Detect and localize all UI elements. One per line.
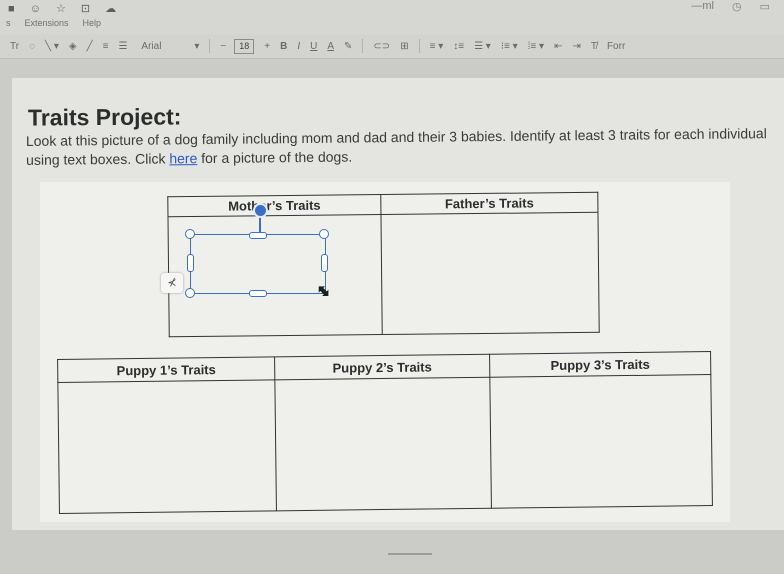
- formatting-toolbar: Tr ◌ ╲ ▾ ◈ ╱ ≡ ☰ Arial ▾ − 18 + B I U A …: [0, 34, 784, 59]
- fill-color-icon[interactable]: ◈: [69, 41, 77, 52]
- title-bar-icons[interactable]: ■ ☺ ☆ ⊡ ☁: [8, 2, 122, 15]
- menu-item-help[interactable]: Help: [83, 18, 102, 28]
- menu-item-partial[interactable]: s: [6, 18, 11, 28]
- font-size-input[interactable]: 18: [234, 38, 255, 54]
- resize-handle-left[interactable]: [187, 254, 194, 272]
- format-options-button[interactable]: Forr: [607, 41, 625, 52]
- resize-handle-top-right[interactable]: [319, 229, 329, 239]
- decrease-font-size-button[interactable]: −: [220, 41, 226, 52]
- instructions-paragraph: Look at this picture of a dog family inc…: [26, 124, 778, 170]
- comments-icon[interactable]: ▭: [760, 0, 770, 13]
- decrease-indent-icon[interactable]: ⇤: [554, 41, 562, 52]
- bulleted-list-icon[interactable]: ⁝≡ ▾: [501, 41, 518, 52]
- resize-handle-top-left[interactable]: [185, 229, 195, 239]
- checklist-icon[interactable]: ☰ ▾: [474, 41, 491, 52]
- puppy-1-traits-cell[interactable]: [57, 379, 277, 514]
- menu-items: s Extensions Help: [6, 18, 101, 28]
- line-spacing-icon[interactable]: ↕≡: [453, 41, 464, 52]
- border-weight-icon[interactable]: ≡: [103, 41, 109, 52]
- shape-icon[interactable]: ◌: [29, 41, 35, 52]
- history-icon[interactable]: ◷: [732, 0, 742, 13]
- instructions-text-start: Look at this picture of a dog family inc…: [25, 125, 767, 168]
- rotate-handle[interactable]: [253, 203, 268, 218]
- line-tool-icon[interactable]: ╲ ▾: [45, 41, 59, 52]
- menu-bar: ■ ☺ ☆ ⊡ ☁ s Extensions Help —ml ◷ ▭: [0, 0, 784, 34]
- add-comment-icon[interactable]: ⊞: [400, 41, 408, 52]
- top-right-controls: —ml ◷ ▭: [691, 0, 770, 13]
- resize-handle-bottom[interactable]: [249, 290, 267, 297]
- text-color-button[interactable]: A: [327, 41, 334, 52]
- font-select[interactable]: Arial ▾: [141, 41, 199, 52]
- account-area[interactable]: —ml: [691, 0, 714, 13]
- resize-handle-bottom-left[interactable]: [185, 288, 195, 298]
- underline-button[interactable]: U: [310, 41, 317, 52]
- increase-indent-icon[interactable]: ⇥: [572, 41, 580, 52]
- border-dash-icon[interactable]: ☰: [118, 41, 127, 52]
- font-name: Arial: [141, 40, 162, 52]
- increase-font-size-button[interactable]: +: [264, 41, 270, 52]
- puppy-3-traits-cell[interactable]: [489, 374, 713, 509]
- puppies-table: Puppy 1’s Traits Puppy 2’s Traits Puppy …: [57, 351, 713, 514]
- toolbar-divider: [362, 39, 364, 53]
- wrap-options-icon[interactable]: ⊀: [161, 273, 183, 293]
- clear-formatting-icon[interactable]: T̸: [591, 41, 597, 52]
- selected-text-box[interactable]: [190, 234, 326, 294]
- numbered-list-icon[interactable]: ⁞≡ ▾: [528, 41, 544, 52]
- page-title: Traits Project:: [27, 103, 182, 131]
- toolbar-divider: [418, 39, 420, 53]
- dog-picture-link[interactable]: here: [169, 150, 197, 166]
- border-color-icon[interactable]: ╱: [87, 41, 93, 52]
- instructions-text-end: for a picture of the dogs.: [197, 148, 353, 167]
- toolbar-divider: [209, 39, 211, 53]
- puppy-2-traits-cell[interactable]: [274, 377, 492, 511]
- table-header-puppy-3: Puppy 3’s Traits: [489, 351, 711, 378]
- link-icon[interactable]: ⊂⊃: [373, 41, 390, 52]
- italic-button[interactable]: I: [297, 41, 300, 52]
- table-header-mother: Mother’s Traits: [167, 194, 381, 217]
- bold-button[interactable]: B: [280, 41, 287, 52]
- chevron-down-icon: ▾: [194, 40, 200, 52]
- align-icon[interactable]: ≡ ▾: [430, 41, 444, 52]
- table-header-father: Father’s Traits: [380, 192, 598, 215]
- resize-handle-top[interactable]: [249, 232, 267, 239]
- highlight-icon[interactable]: ✎: [344, 41, 352, 52]
- table-header-puppy-1: Puppy 1’s Traits: [57, 356, 275, 383]
- menu-item-extensions[interactable]: Extensions: [25, 18, 69, 28]
- father-traits-cell[interactable]: [380, 212, 600, 335]
- page-indicator-line: [388, 553, 432, 555]
- text-style-icon[interactable]: Tr: [10, 41, 19, 52]
- table-header-puppy-2: Puppy 2’s Traits: [274, 354, 490, 380]
- resize-handle-right[interactable]: [321, 254, 328, 272]
